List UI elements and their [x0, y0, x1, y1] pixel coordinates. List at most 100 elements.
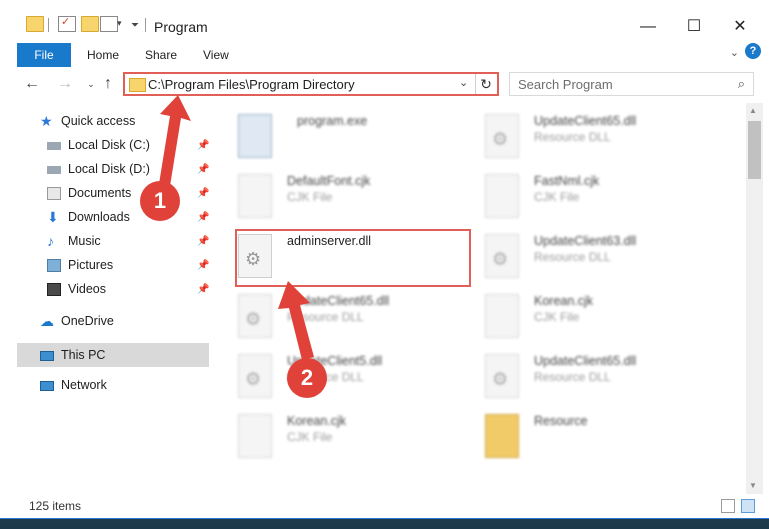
folder-icon	[26, 16, 44, 32]
file-name: program.exe	[297, 114, 368, 128]
separator	[145, 18, 146, 32]
large-icons-view-icon[interactable]	[741, 499, 755, 513]
file-type: Resource DLL	[287, 310, 364, 324]
file-icon	[485, 174, 519, 218]
tab-home[interactable]: Home	[87, 43, 119, 67]
sidebar-item-label: Videos	[68, 282, 106, 296]
navigation-pane: ★ Quick access Local Disk (C:) 📌 Local Di…	[0, 106, 212, 490]
sidebar-item-this-pc[interactable]: This PC	[40, 344, 105, 366]
sidebar-item-downloads[interactable]: ⬇ Downloads	[47, 206, 130, 228]
list-item[interactable]: FastNml.cjk CJK File	[480, 168, 720, 224]
sidebar-item-pictures[interactable]: Pictures	[47, 254, 113, 276]
back-arrow-icon[interactable]: ←	[24, 76, 40, 92]
sidebar-item-onedrive[interactable]: ☁ OneDrive	[40, 310, 114, 332]
videos-icon	[47, 283, 61, 297]
window-title: Program	[154, 19, 208, 35]
file-name: DefaultFont.cjk	[287, 174, 371, 188]
pin-icon[interactable]: 📌	[197, 236, 209, 247]
folder-icon	[129, 78, 146, 92]
sidebar-item-label: Pictures	[68, 258, 114, 272]
sidebar-item-documents[interactable]: Documents	[47, 182, 131, 204]
vertical-scrollbar[interactable]: ▲ ▼	[746, 103, 763, 494]
sidebar-item-local-disk-c[interactable]: Local Disk (C:)	[47, 134, 150, 156]
exe-icon	[238, 114, 272, 158]
qat-dropdown-icon[interactable]: ▾	[117, 18, 122, 29]
sidebar-item-videos[interactable]: Videos	[47, 278, 106, 300]
file-name: FastNml.cjk	[534, 174, 600, 188]
search-input[interactable]: Search Program	[518, 77, 613, 92]
dll-icon	[485, 114, 519, 158]
list-item[interactable]: UpdateClient63.dll Resource DLL	[480, 228, 720, 284]
refresh-icon[interactable]: ↻	[475, 74, 496, 94]
search-icon[interactable]: ⌕	[738, 76, 745, 92]
list-item[interactable]: UpdateClient65.dll Resource DLL	[233, 288, 473, 344]
star-icon: ★	[40, 113, 53, 130]
tab-share[interactable]: Share	[145, 43, 177, 67]
file-name: UpdateClient65.dll	[287, 294, 390, 308]
sidebar-item-network[interactable]: Network	[40, 374, 107, 396]
file-name: Korean.cjk	[534, 294, 594, 308]
cloud-icon: ☁	[40, 313, 54, 330]
pin-icon[interactable]: 📌	[197, 260, 209, 271]
address-dropdown-icon[interactable]: ⌄	[459, 76, 468, 89]
pin-icon[interactable]: 📌	[197, 164, 209, 175]
pin-icon[interactable]: 📌	[197, 212, 209, 223]
pin-icon[interactable]: 📌	[197, 284, 209, 295]
minimize-button[interactable]: —	[626, 14, 670, 40]
item-count: 125 items	[29, 499, 82, 513]
maximize-button[interactable]: ☐	[672, 14, 716, 40]
search-box[interactable]: Search Program ⌕	[509, 72, 754, 96]
dll-icon	[238, 294, 272, 338]
new-folder-icon[interactable]	[81, 16, 99, 32]
scroll-down-icon[interactable]: ▼	[749, 481, 757, 490]
status-bar: 125 items	[0, 494, 769, 518]
up-arrow-icon[interactable]: ↑	[100, 76, 116, 92]
tab-file[interactable]: File	[17, 43, 71, 67]
sidebar-item-label: Downloads	[68, 210, 130, 224]
file-type: Resource DLL	[534, 130, 611, 144]
sidebar-item-local-disk-d[interactable]: Local Disk (D:)	[47, 158, 150, 180]
music-note-icon: ♪	[47, 233, 54, 250]
list-item[interactable]: Korean.cjk CJK File	[233, 408, 473, 464]
sidebar-item-quick-access[interactable]: ★ Quick access	[40, 110, 135, 132]
tab-view[interactable]: View	[203, 43, 229, 67]
file-type: CJK File	[534, 310, 580, 324]
close-button[interactable]: ✕	[718, 14, 762, 40]
ribbon-tabs: File Home Share View ⌄ ?	[0, 43, 769, 67]
documents-icon	[47, 187, 61, 201]
forward-arrow-icon[interactable]: →	[57, 76, 73, 92]
computer-icon	[40, 350, 54, 361]
recent-locations-icon[interactable]: ⌄	[83, 76, 99, 92]
pin-icon[interactable]: 📌	[197, 188, 209, 199]
selection-highlight-box	[235, 229, 471, 287]
help-button[interactable]: ?	[745, 43, 761, 59]
step-badge-2: 2	[287, 358, 327, 398]
list-item[interactable]: DefaultFont.cjk CJK File	[233, 168, 473, 224]
dll-icon	[238, 354, 272, 398]
sidebar-item-music[interactable]: ♪ Music	[47, 230, 101, 252]
file-type: Resource DLL	[534, 250, 611, 264]
ribbon-expand-icon[interactable]: ⌄	[730, 46, 739, 59]
step-badge-1: 1	[140, 181, 180, 221]
drive-icon	[47, 165, 61, 174]
address-bar[interactable]: C:\Program Files\Program Directory ⌄ ↻	[123, 72, 499, 96]
address-path[interactable]: C:\Program Files\Program Directory	[148, 77, 355, 92]
properties-icon[interactable]: ✓	[58, 16, 76, 32]
file-name: Korean.cjk	[287, 414, 347, 428]
file-list: program.exe UpdateClient65.dll Resource …	[230, 104, 745, 494]
list-item[interactable]: Resource	[480, 408, 720, 464]
scrollbar-thumb[interactable]	[748, 121, 761, 179]
list-item[interactable]: UpdateClient65.dll Resource DLL	[480, 108, 720, 164]
drive-icon	[47, 141, 61, 150]
list-item[interactable]: Korean.cjk CJK File	[480, 288, 720, 344]
scroll-up-icon[interactable]: ▲	[749, 106, 757, 115]
file-type: Resource DLL	[534, 370, 611, 384]
list-item[interactable]: UpdateClient65.dll Resource DLL	[480, 348, 720, 404]
pin-icon[interactable]: 📌	[197, 140, 209, 151]
qat-menu-icon[interactable]: ⏷	[131, 20, 139, 31]
details-view-icon[interactable]	[721, 499, 735, 513]
list-item[interactable]: program.exe	[233, 108, 473, 164]
list-item[interactable]: UpdateClient5.dll Resource DLL	[233, 348, 473, 404]
customize-qat-icon[interactable]	[100, 16, 118, 32]
sidebar-item-label: This PC	[61, 348, 106, 362]
